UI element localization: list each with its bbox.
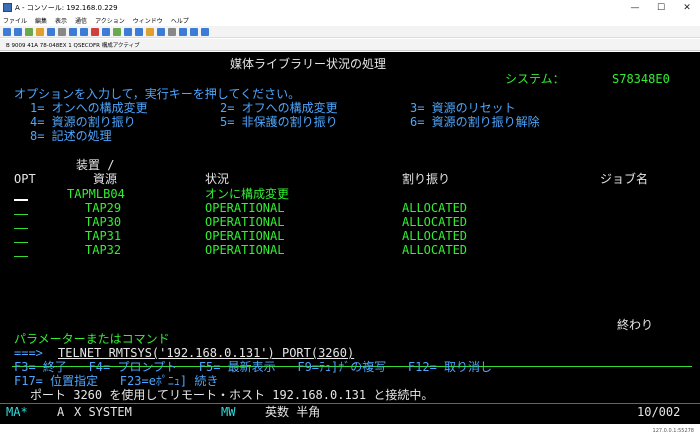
row-resource: TAP32 [85, 243, 122, 257]
row-status: OPERATIONAL [205, 215, 285, 229]
system-name: S78348E0 [612, 72, 670, 86]
option-4: 4= 資源の割り振り [30, 115, 136, 129]
status-message: ポート 3260 を使用してリモート・ホスト 192.168.0.131 と接続… [30, 388, 434, 402]
header-allocation: 割り振り [402, 172, 451, 186]
menu-communication[interactable]: 通信 [75, 16, 87, 25]
app-icon [3, 3, 12, 12]
oia-separator [0, 403, 700, 404]
row-allocation: ALLOCATED [402, 201, 468, 215]
function-keys-line2: F17= 位置指定 F23=eﾎﾟﾆｭ] 続き [14, 374, 219, 388]
instruction-text: オプションを入力して，実行キーを押してください。 [14, 87, 301, 101]
header-resource: 資源 [93, 172, 118, 186]
row-allocation: ALLOCATED [402, 215, 468, 229]
toolbar-button-icon[interactable] [113, 27, 121, 36]
close-button[interactable]: ✕ [674, 0, 700, 15]
row-resource: TAPMLB04 [67, 187, 125, 201]
screen-title: 媒体ライブラリー状況の処理 [230, 57, 387, 71]
minimize-button[interactable]: — [622, 0, 648, 15]
opt-input[interactable] [14, 242, 28, 243]
header-status: 状況 [205, 172, 230, 186]
toolbar-button-icon[interactable] [14, 27, 22, 36]
option-2: 2= オフへの構成変更 [220, 101, 338, 115]
toolbar-button-icon[interactable] [36, 27, 44, 36]
window-title: A - コンソール: 192.168.0.229 [15, 3, 118, 12]
header-device: 装置 / [76, 158, 115, 172]
os-status-text: 127.0.0.1:55278 [652, 428, 694, 434]
oia-mw: MW [221, 405, 236, 419]
session-status-line: B 9009 41A 78-048EX 1 QSECOFR 構成アクティブ [0, 39, 700, 51]
toolbar [0, 26, 700, 38]
oia-cursor-position: 10/002 [637, 405, 681, 419]
command-prompt: ===> [14, 346, 43, 360]
opt-input[interactable] [14, 228, 28, 229]
toolbar-button-icon[interactable] [124, 27, 132, 36]
option-5: 5= 非保護の割り振り [220, 115, 338, 129]
opt-input[interactable] [14, 214, 28, 215]
option-6: 6= 資源の割り振り解除 [410, 115, 540, 129]
more-indicator: 終わり [617, 318, 654, 332]
toolbar-button-icon[interactable] [190, 27, 198, 36]
maximize-button[interactable]: ☐ [648, 0, 674, 15]
oia-system: X SYSTEM [74, 405, 132, 419]
option-1: 1= オンへの構成変更 [30, 101, 148, 115]
menu-edit[interactable]: 編集 [35, 16, 47, 25]
toolbar-button-icon[interactable] [80, 27, 88, 36]
toolbar-button-icon[interactable] [157, 27, 165, 36]
toolbar-button-icon[interactable] [179, 27, 187, 36]
row-resource: TAP29 [85, 201, 122, 215]
terminal-screen[interactable]: 媒体ライブラリー状況の処理 システム： S78348E0 オプションを入力して，… [0, 52, 700, 424]
oia-ma: MA* [6, 405, 28, 419]
row-resource: TAP31 [85, 229, 122, 243]
os-status-bar: 127.0.0.1:55278 [0, 425, 700, 437]
command-line-input[interactable]: TELNET RMTSYS('192.168.0.131') PORT(3260… [58, 347, 354, 360]
function-keys-line1: F3= 終了 F4= プロンプト F5= 最新表示 F9=ﾃｭ]ﾅﾞの複写 F1… [14, 360, 493, 374]
system-label: システム： [505, 72, 565, 86]
header-opt: OPT [14, 172, 36, 186]
toolbar-button-icon[interactable] [146, 27, 154, 36]
opt-input-cursor[interactable] [14, 199, 28, 201]
toolbar-button-icon[interactable] [201, 27, 209, 36]
toolbar-button-icon[interactable] [47, 27, 55, 36]
toolbar-button-icon[interactable] [135, 27, 143, 36]
oia-a: A [57, 405, 65, 419]
header-job: ジョブ名 [600, 172, 649, 186]
row-resource: TAP30 [85, 215, 122, 229]
menu-bar: ファイル 編集 表示 通信 アクション ウィンドウ ヘルプ [0, 15, 700, 26]
row-allocation: ALLOCATED [402, 243, 468, 257]
toolbar-button-icon[interactable] [58, 27, 66, 36]
toolbar-button-icon[interactable] [25, 27, 33, 36]
param-label: パラメーターまたはコマンド [14, 332, 170, 346]
menu-help[interactable]: ヘルプ [171, 16, 189, 25]
row-status: オンに構成変更 [205, 187, 290, 201]
row-status: OPERATIONAL [205, 201, 285, 215]
row-status: OPERATIONAL [205, 229, 285, 243]
option-3: 3= 資源のリセット [410, 101, 516, 115]
menu-action[interactable]: アクション [95, 16, 125, 25]
toolbar-button-icon[interactable] [3, 27, 11, 36]
toolbar-button-icon[interactable] [168, 27, 176, 36]
oia-input-mode: 英数 半角 [265, 405, 321, 419]
opt-input[interactable] [14, 256, 28, 257]
row-allocation: ALLOCATED [402, 229, 468, 243]
menu-file[interactable]: ファイル [3, 16, 27, 25]
window-title-bar: A - コンソール: 192.168.0.229 — ☐ ✕ [0, 0, 700, 15]
option-8: 8= 記述の処理 [30, 129, 112, 143]
menu-view[interactable]: 表示 [55, 16, 67, 25]
toolbar-button-icon[interactable] [91, 27, 99, 36]
menu-window[interactable]: ウィンドウ [133, 16, 163, 25]
toolbar-button-icon[interactable] [69, 27, 77, 36]
toolbar-button-icon[interactable] [102, 27, 110, 36]
row-status: OPERATIONAL [205, 243, 285, 257]
